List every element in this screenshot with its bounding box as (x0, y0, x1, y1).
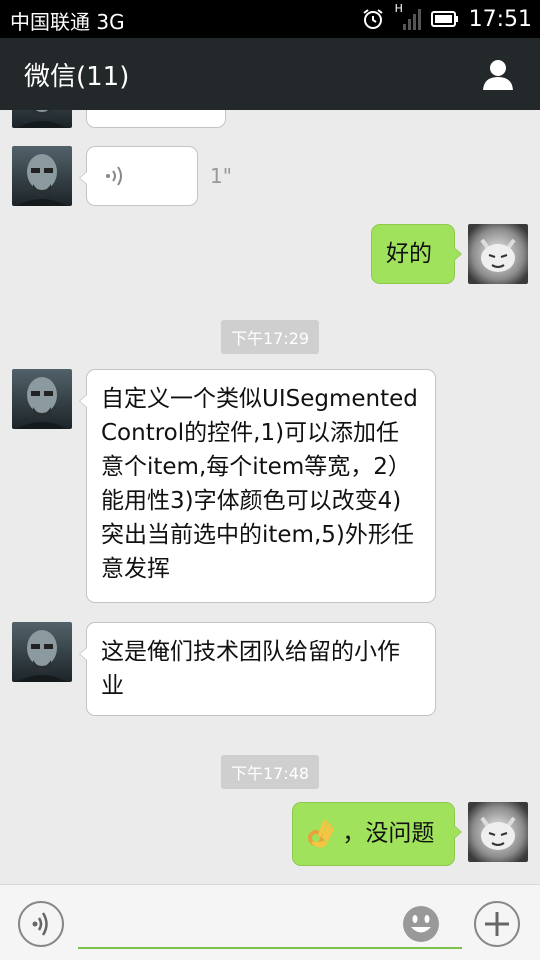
smiley-icon (403, 906, 439, 942)
voice-wave-icon (106, 166, 122, 186)
ok-hand-emoji (307, 818, 335, 850)
input-bar (0, 884, 540, 960)
plus-icon (485, 912, 509, 936)
more-options-button[interactable] (474, 901, 520, 947)
message-text: 好的 (386, 241, 432, 267)
person-icon (483, 60, 513, 90)
status-time: 17:51 (468, 6, 532, 32)
message-bubble[interactable] (86, 110, 226, 128)
timestamp: 下午17:29 (220, 320, 320, 354)
voice-message-bubble[interactable] (79, 146, 198, 206)
contact-avatar[interactable] (12, 110, 72, 128)
sent-message-bubble[interactable]: ，没问题 (292, 802, 462, 866)
sent-message-bubble[interactable]: 好的 (371, 224, 462, 284)
my-avatar[interactable] (468, 802, 528, 862)
voice-icon (32, 912, 48, 936)
network-indicator: H (395, 2, 421, 32)
message-text: 这是俺们技术团队给留的小作业 (101, 639, 400, 699)
message-bubble[interactable]: 这是俺们技术团队给留的小作业 (79, 622, 436, 716)
chat-history[interactable]: 1" 好的 下午17:29 自定义一个类似UISegmentedControl的… (0, 110, 540, 884)
message-text: ，没问题 (342, 820, 435, 847)
message-bubble[interactable]: 自定义一个类似UISegmentedControl的控件,1)可以添加任意个it… (79, 369, 436, 603)
signal-icon (402, 9, 421, 30)
status-bar: 中国联通 3G H 17:51 (0, 0, 540, 38)
alarm-icon (362, 9, 383, 29)
page-title[interactable]: 微信(11) (24, 56, 129, 93)
timestamp: 下午17:48 (220, 755, 320, 789)
voice-input-button[interactable] (18, 901, 64, 947)
status-icons: H 17:51 (361, 2, 532, 34)
my-avatar[interactable] (468, 224, 528, 284)
contact-avatar[interactable] (12, 369, 72, 429)
contact-info-button[interactable] (480, 58, 516, 92)
message-text: 自定义一个类似UISegmentedControl的控件,1)可以添加任意个it… (101, 386, 418, 582)
contact-avatar[interactable] (12, 146, 72, 206)
voice-duration: 1" (210, 164, 232, 188)
carrier-label: 中国联通 3G (10, 10, 125, 34)
battery-icon (430, 11, 458, 27)
emoji-button[interactable] (402, 905, 440, 943)
header: 微信(11) (0, 38, 540, 110)
contact-avatar[interactable] (12, 622, 72, 682)
